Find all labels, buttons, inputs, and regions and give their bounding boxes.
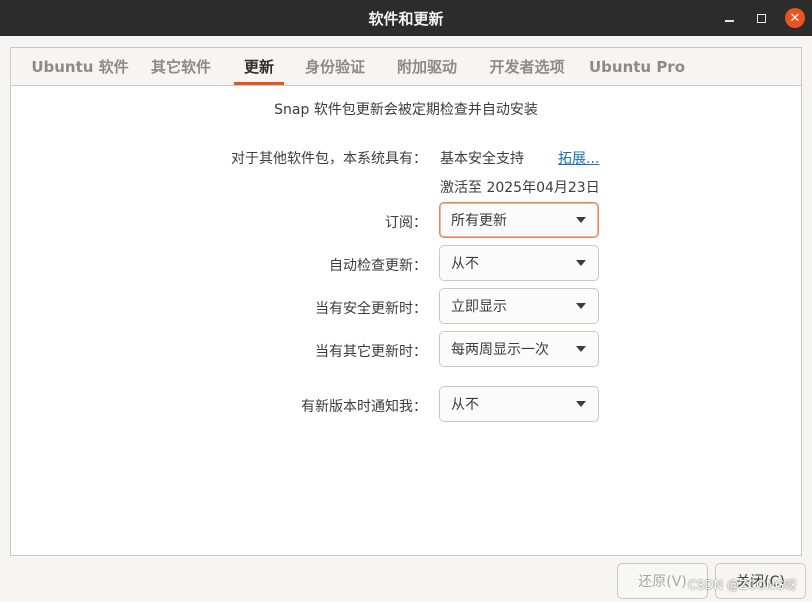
chevron-down-icon (576, 217, 586, 223)
security-updates-label: 当有安全更新时： (315, 301, 427, 317)
tab-bar: Ubuntu 软件 其它软件 更新 身份验证 附加驱动 开发者选项 Ubuntu… (11, 48, 801, 86)
minimize-button[interactable] (714, 0, 744, 36)
extend-link[interactable]: 拓展... (558, 148, 599, 168)
settings-notebook: Ubuntu 软件 其它软件 更新 身份验证 附加驱动 开发者选项 Ubuntu… (10, 47, 802, 556)
tab-developer-options[interactable]: 开发者选项 (479, 48, 575, 85)
subscription-value: 所有更新 (451, 213, 507, 229)
notify-new-version-value: 从不 (451, 397, 479, 413)
watermark: CSDN @ZCONG呀 (688, 578, 797, 592)
other-packages-label: 对于其他软件包，本系统具有： (231, 151, 427, 167)
tab-updates[interactable]: 更新 (234, 48, 284, 85)
security-updates-dropdown[interactable]: 立即显示 (439, 288, 599, 324)
close-icon: ✕ (785, 8, 805, 28)
close-window-button[interactable]: ✕ (780, 0, 810, 36)
chevron-down-icon (576, 260, 586, 266)
other-updates-value: 每两周显示一次 (451, 342, 549, 358)
maximize-button[interactable] (746, 0, 776, 36)
subscription-dropdown[interactable]: 所有更新 (439, 202, 599, 238)
support-level-value: 基本安全支持 (440, 151, 524, 167)
window-title: 软件和更新 (368, 9, 444, 28)
chevron-down-icon (576, 401, 586, 407)
title-bar: 软件和更新 ✕ (0, 0, 812, 36)
auto-check-value: 从不 (451, 256, 479, 272)
tab-authentication[interactable]: 身份验证 (295, 48, 375, 85)
maximize-icon (756, 13, 766, 23)
security-updates-value: 立即显示 (451, 299, 507, 315)
notify-new-version-dropdown[interactable]: 从不 (439, 386, 599, 422)
tab-other-software[interactable]: 其它软件 (141, 48, 221, 85)
subscription-label: 订阅： (385, 215, 427, 231)
chevron-down-icon (576, 303, 586, 309)
tab-ubuntu-software[interactable]: Ubuntu 软件 (20, 48, 140, 85)
auto-check-dropdown[interactable]: 从不 (439, 245, 599, 281)
other-updates-label: 当有其它更新时： (315, 344, 427, 360)
other-updates-dropdown[interactable]: 每两周显示一次 (439, 331, 599, 367)
updates-panel: Snap 软件包更新会被定期检查并自动安装 对于其他软件包，本系统具有： 基本安… (11, 86, 801, 555)
chevron-down-icon (576, 346, 586, 352)
activated-until-text: 激活至 2025年04月23日 (440, 180, 600, 196)
minimize-icon (724, 20, 734, 22)
snap-note: Snap 软件包更新会被定期检查并自动安装 (274, 102, 538, 118)
notify-new-version-label: 有新版本时通知我： (301, 399, 427, 415)
tab-ubuntu-pro[interactable]: Ubuntu Pro (587, 48, 687, 85)
auto-check-label: 自动检查更新： (329, 258, 427, 274)
tab-additional-drivers[interactable]: 附加驱动 (387, 48, 467, 85)
